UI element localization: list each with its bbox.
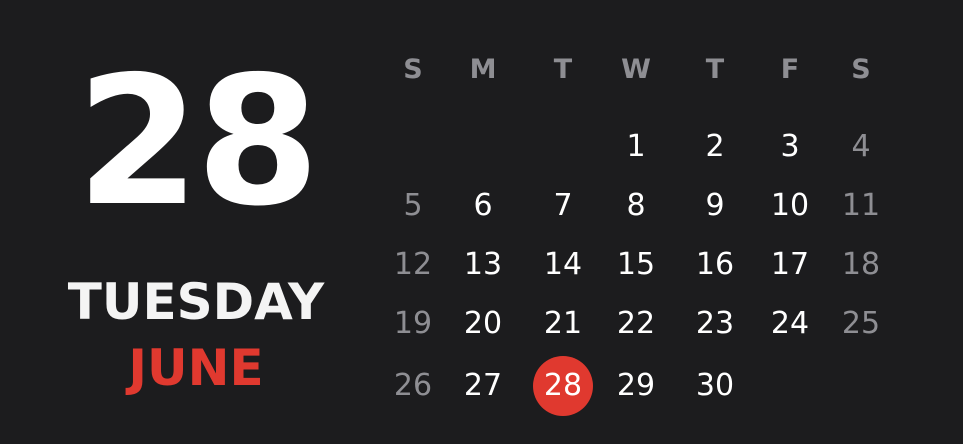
weekday-header: W	[621, 54, 651, 85]
calendar-day[interactable]: 13	[453, 235, 513, 295]
calendar-day[interactable]: 27	[453, 356, 513, 416]
weekday-header: T	[705, 54, 725, 85]
calendar-day[interactable]: 6	[453, 176, 513, 236]
calendar-day[interactable]: 23	[685, 294, 745, 354]
weekday-header: M	[469, 54, 497, 85]
calendar-day[interactable]: 29	[606, 356, 666, 416]
calendar-day[interactable]: 7	[533, 176, 593, 236]
calendar-day[interactable]: 15	[606, 235, 666, 295]
calendar-widget: 28 TUESDAY JUNE S M T W T F S 1 2 3 4 5 6 7 8 9 10 11 12 13…	[0, 0, 963, 444]
calendar-day[interactable]: 2	[685, 117, 745, 177]
calendar-day[interactable]: 25	[831, 294, 891, 354]
calendar-day[interactable]: 17	[760, 235, 820, 295]
calendar-day[interactable]: 18	[831, 235, 891, 295]
calendar-day[interactable]: 21	[533, 294, 593, 354]
calendar-day[interactable]: 3	[760, 117, 820, 177]
calendar-day-today[interactable]: 28	[533, 356, 593, 416]
weekday-header: F	[780, 54, 800, 85]
current-weekday: TUESDAY	[67, 273, 325, 331]
calendar-day[interactable]: 4	[831, 117, 891, 177]
calendar-day[interactable]: 1	[606, 117, 666, 177]
calendar-day[interactable]: 24	[760, 294, 820, 354]
calendar-day[interactable]: 14	[533, 235, 593, 295]
current-month: JUNE	[128, 339, 264, 397]
calendar-day[interactable]: 16	[685, 235, 745, 295]
calendar-day[interactable]: 12	[383, 235, 443, 295]
weekday-header: S	[403, 54, 423, 85]
calendar-day[interactable]: 11	[831, 176, 891, 236]
calendar-day[interactable]: 26	[383, 356, 443, 416]
calendar-day[interactable]: 10	[760, 176, 820, 236]
calendar-day[interactable]: 5	[383, 176, 443, 236]
date-summary: 28 TUESDAY JUNE	[0, 0, 392, 444]
calendar-day[interactable]: 9	[685, 176, 745, 236]
calendar-day[interactable]: 30	[685, 356, 745, 416]
calendar-day[interactable]: 20	[453, 294, 513, 354]
calendar-day[interactable]: 22	[606, 294, 666, 354]
current-day-number: 28	[76, 38, 320, 245]
calendar-day[interactable]: 8	[606, 176, 666, 236]
weekday-header: S	[851, 54, 871, 85]
calendar-day[interactable]: 19	[383, 294, 443, 354]
weekday-header: T	[553, 54, 573, 85]
